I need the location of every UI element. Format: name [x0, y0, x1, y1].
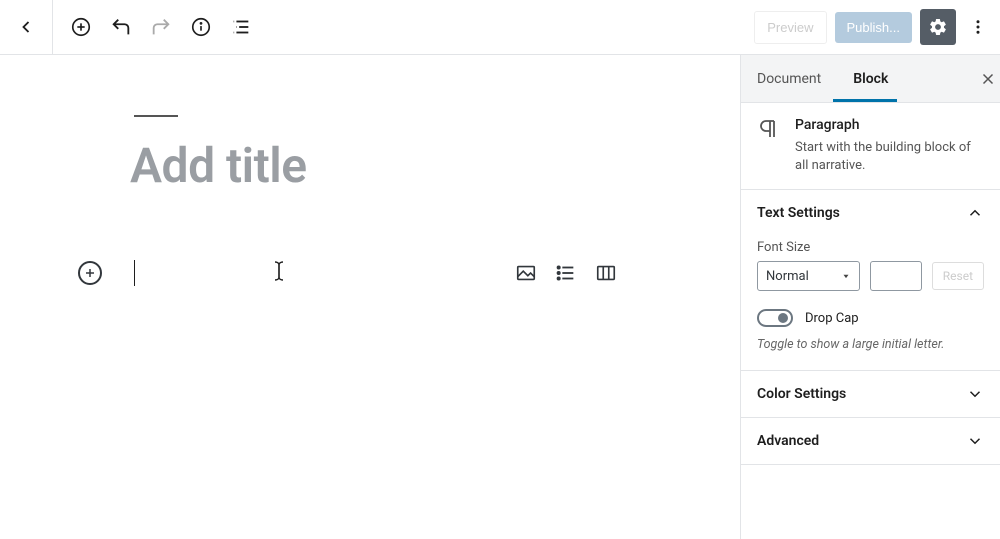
font-size-number-input[interactable]	[870, 261, 921, 291]
plus-icon	[84, 267, 96, 279]
columns-block-button[interactable]	[592, 259, 620, 287]
paragraph-block[interactable]	[134, 260, 135, 286]
text-settings-toggle[interactable]: Text Settings	[741, 190, 1000, 236]
font-size-value: Normal	[766, 269, 809, 284]
drop-cap-label: Drop Cap	[805, 311, 859, 326]
plus-circle-icon	[70, 16, 92, 38]
chevron-down-icon	[966, 432, 984, 450]
toggle-knob	[778, 313, 788, 323]
image-icon	[515, 262, 537, 284]
drop-cap-help-text: Toggle to show a large initial letter.	[757, 337, 984, 352]
close-sidebar-button[interactable]	[972, 63, 1000, 95]
color-settings-title: Color Settings	[757, 386, 846, 402]
tab-document[interactable]: Document	[741, 55, 837, 102]
tab-block[interactable]: Block	[837, 55, 904, 102]
paragraph-icon	[757, 117, 781, 141]
caret-down-icon	[841, 271, 851, 281]
post-title-input[interactable]: Add title	[130, 137, 700, 194]
text-cursor-icon	[273, 260, 285, 282]
settings-sidebar: Document Block Paragraph Start with the …	[740, 55, 1000, 539]
close-icon	[979, 70, 997, 88]
insert-block-button[interactable]	[78, 261, 102, 285]
settings-button[interactable]	[920, 9, 956, 45]
drop-cap-toggle[interactable]	[757, 309, 793, 327]
redo-icon	[150, 16, 172, 38]
info-button[interactable]	[183, 9, 219, 45]
chevron-left-icon	[16, 17, 36, 37]
gear-icon	[928, 17, 948, 37]
publish-button[interactable]: Publish...	[835, 12, 912, 43]
tab-active-indicator	[833, 99, 897, 102]
toolbar-divider	[52, 0, 53, 55]
image-block-button[interactable]	[512, 259, 540, 287]
preview-button[interactable]: Preview	[754, 11, 826, 44]
block-description: Start with the building block of all nar…	[795, 139, 984, 175]
editor-canvas[interactable]: Add title	[0, 55, 740, 539]
redo-button[interactable]	[143, 9, 179, 45]
list-outline-icon	[230, 16, 252, 38]
more-vertical-icon	[969, 18, 987, 36]
back-button[interactable]	[8, 9, 44, 45]
undo-button[interactable]	[103, 9, 139, 45]
undo-icon	[110, 16, 132, 38]
list-icon	[555, 262, 577, 284]
block-name: Paragraph	[795, 117, 984, 133]
color-settings-toggle[interactable]: Color Settings	[741, 371, 1000, 417]
advanced-title: Advanced	[757, 433, 819, 449]
chevron-down-icon	[966, 385, 984, 403]
block-info-panel: Paragraph Start with the building block …	[741, 103, 1000, 190]
font-size-reset-button[interactable]: Reset	[932, 262, 984, 290]
columns-icon	[595, 262, 617, 284]
text-settings-title: Text Settings	[757, 205, 840, 221]
info-icon	[190, 16, 212, 38]
chevron-up-icon	[966, 204, 984, 222]
advanced-toggle[interactable]: Advanced	[741, 418, 1000, 464]
text-settings-panel: Text Settings Font Size Normal Reset	[741, 190, 1000, 371]
font-size-label: Font Size	[757, 240, 984, 255]
add-block-button[interactable]	[63, 9, 99, 45]
block-navigation-button[interactable]	[223, 9, 259, 45]
sidebar-tabs: Document Block	[741, 55, 1000, 103]
font-size-select[interactable]: Normal	[757, 261, 860, 291]
title-decoration	[134, 115, 178, 117]
more-menu-button[interactable]	[964, 9, 992, 45]
list-block-button[interactable]	[552, 259, 580, 287]
top-toolbar: Preview Publish...	[0, 0, 1000, 55]
